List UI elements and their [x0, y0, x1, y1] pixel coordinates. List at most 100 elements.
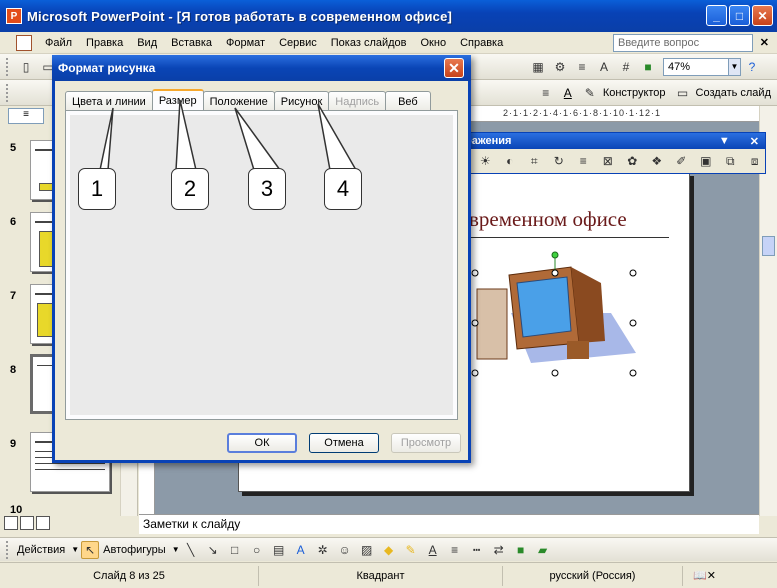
dialog-close-button[interactable]: ✕ [444, 58, 464, 78]
reset-picture-icon[interactable]: ▣ [698, 152, 715, 170]
menu-file[interactable]: Файл [38, 37, 79, 49]
font-color-icon[interactable]: A [424, 541, 442, 559]
textbox-icon[interactable]: ▤ [270, 541, 288, 559]
color-icon[interactable]: ■ [639, 58, 657, 76]
doc-close-icon[interactable]: ✕ [760, 36, 769, 49]
select-pointer-icon[interactable]: ↖ [81, 540, 100, 559]
slide-title[interactable]: временном офисе [469, 207, 627, 232]
diagram-icon[interactable]: ✲ [314, 541, 332, 559]
slide-number: 8 [10, 364, 17, 376]
slide-number: 5 [10, 142, 17, 154]
menu-format[interactable]: Формат [219, 37, 272, 49]
zoom-input[interactable]: 47% [663, 57, 729, 76]
maximize-button[interactable]: □ [729, 5, 750, 26]
recolor-icon[interactable]: ✿ [624, 152, 641, 170]
contrast-icon[interactable]: ◐ [502, 152, 519, 170]
normal-view-button[interactable] [4, 516, 18, 530]
view-buttons [4, 516, 50, 530]
menu-insert[interactable]: Вставка [164, 37, 219, 49]
expand-icon[interactable]: ≡ [573, 58, 591, 76]
insert-picture-icon[interactable]: ▨ [358, 541, 376, 559]
shadow-style-icon[interactable]: ■ [512, 541, 530, 559]
menu-help[interactable]: Справка [453, 37, 510, 49]
toolbar-grip[interactable] [6, 57, 9, 76]
line-style-icon[interactable]: ≡ [446, 541, 464, 559]
tab-size[interactable]: Размер [151, 89, 204, 111]
format-picture-icon[interactable]: ❖ [649, 152, 666, 170]
transparent-color-icon[interactable]: ✐ [673, 152, 690, 170]
rotate-icon[interactable]: ↻ [551, 152, 568, 170]
toolbar-grip[interactable] [6, 540, 9, 559]
slide-title-rule [439, 237, 669, 238]
scrollbar-thumb[interactable] [762, 236, 775, 256]
sorter-view-button[interactable] [20, 516, 34, 530]
menu-view[interactable]: Вид [130, 37, 164, 49]
menu-slideshow[interactable]: Показ слайдов [324, 37, 414, 49]
chart-icon[interactable]: ▦ [529, 58, 547, 76]
send-back-icon[interactable]: ⧈ [747, 152, 764, 170]
dialog-tabs: Цвета и линии Размер Положение Рисунок Н… [65, 89, 431, 111]
arrow-icon[interactable]: ↘ [204, 541, 222, 559]
rectangle-icon[interactable]: □ [226, 541, 244, 559]
toolbar-options-icon[interactable]: ▼ [719, 135, 730, 147]
designer-button[interactable]: Конструктор [603, 87, 666, 99]
document-icon[interactable] [16, 34, 32, 51]
help-search-input[interactable]: Введите вопрос [613, 34, 753, 52]
line-color-icon[interactable]: ✎ [402, 541, 420, 559]
crop-icon[interactable]: ⌗ [526, 152, 543, 170]
menu-window[interactable]: Окно [414, 37, 454, 49]
actions-menu[interactable]: Действия [17, 544, 65, 556]
formatting-icon[interactable]: A [595, 58, 613, 76]
actions-dropdown-icon[interactable]: ▼ [71, 545, 79, 554]
new-slide-button[interactable]: Создать слайд [696, 87, 771, 99]
autoshapes-dropdown-icon[interactable]: ▼ [172, 545, 180, 554]
bring-front-icon[interactable]: ⧉ [722, 152, 739, 170]
status-language: русский (Россия) [502, 565, 682, 586]
help-icon[interactable]: ? [743, 58, 761, 76]
line-icon[interactable]: ╲ [182, 541, 200, 559]
slideshow-view-button[interactable] [36, 516, 50, 530]
ok-button[interactable]: ОК [227, 433, 297, 453]
font-color-icon[interactable]: A [559, 84, 577, 102]
new-slide-icon[interactable]: ▭ [674, 84, 692, 102]
selection-handles[interactable] [467, 249, 639, 379]
window-title: Microsoft PowerPoint - [Я готов работать… [27, 8, 453, 24]
tab-colors-lines[interactable]: Цвета и линии [65, 91, 153, 111]
tab-web[interactable]: Веб [385, 91, 431, 111]
clipart-icon[interactable]: ☺ [336, 541, 354, 559]
grid-icon[interactable]: # [617, 58, 635, 76]
slide-number: 6 [10, 216, 17, 228]
powerpoint-app-icon[interactable]: P [6, 8, 22, 24]
dash-style-icon[interactable]: ┅ [468, 541, 486, 559]
minimize-button[interactable]: _ [706, 5, 727, 26]
notes-pane[interactable]: Заметки к слайду [139, 514, 759, 534]
zoom-dropdown-icon[interactable]: ▼ [729, 57, 741, 76]
compress-icon[interactable]: ⊠ [600, 152, 617, 170]
close-button[interactable]: ✕ [752, 5, 773, 26]
menu-tools[interactable]: Сервис [272, 37, 324, 49]
menu-edit[interactable]: Правка [79, 37, 130, 49]
cancel-button[interactable]: Отмена [309, 433, 379, 453]
indent-icon[interactable]: ≡ [537, 84, 555, 102]
callout-3: 3 [248, 168, 286, 210]
autoshapes-menu[interactable]: Автофигуры [103, 544, 166, 556]
wordart-icon[interactable]: A [292, 541, 310, 559]
arrow-style-icon[interactable]: ⇄ [490, 541, 508, 559]
brightness-icon[interactable]: ☀ [477, 152, 494, 170]
oval-icon[interactable]: ○ [248, 541, 266, 559]
picture-toolbar: ражения ▼ ✕ ☀ ◐ ⌗ ↻ ≡ ⊠ ✿ ❖ ✐ ▣ ⧉ ⧈ [458, 132, 766, 174]
tab-position[interactable]: Положение [202, 91, 275, 111]
toolbar-close-icon[interactable]: ✕ [750, 135, 759, 148]
outline-tab[interactable]: ≡ [8, 108, 44, 124]
3d-style-icon[interactable]: ▰ [534, 541, 552, 559]
toolbar-grip[interactable] [6, 83, 9, 102]
line-style-icon[interactable]: ≡ [575, 152, 592, 170]
tab-picture[interactable]: Рисунок [273, 91, 330, 111]
fill-color-icon[interactable]: ◆ [380, 541, 398, 559]
new-icon[interactable]: ▯ [17, 58, 35, 76]
link-icon[interactable]: ⚙ [551, 58, 569, 76]
dialog-title: Формат рисунка [58, 61, 156, 75]
picture-toolbar-title: ражения [465, 135, 512, 147]
callout-1: 1 [78, 168, 116, 210]
designer-icon[interactable]: ✎ [581, 84, 599, 102]
